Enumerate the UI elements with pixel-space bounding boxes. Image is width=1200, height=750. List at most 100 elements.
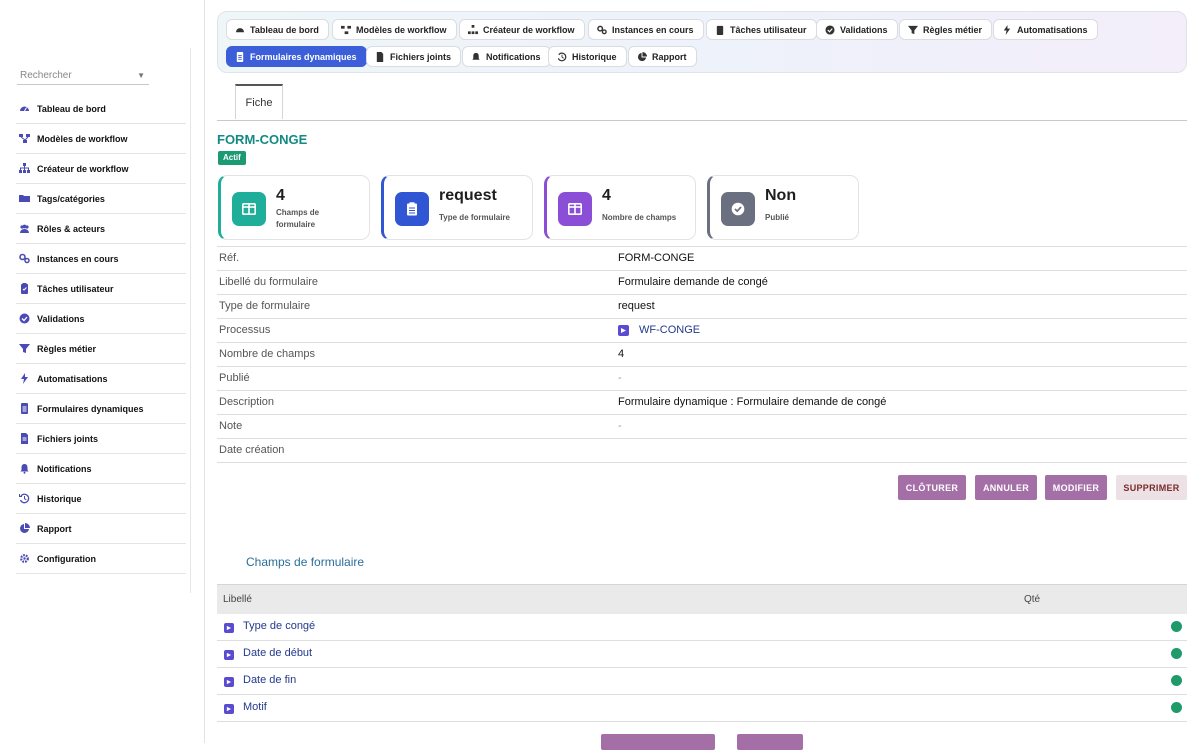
- detail-key: Publié: [219, 372, 250, 384]
- sidebar-item-historique[interactable]: Historique: [16, 484, 186, 514]
- sidebar-item-tableau-de-bord[interactable]: Tableau de bord: [16, 94, 186, 124]
- nav-pill-automatisations[interactable]: Automatisations: [993, 19, 1098, 40]
- sidebar-item-createur-de-workflow[interactable]: Créateur de workflow: [16, 154, 186, 184]
- bottom-action-button-2[interactable]: [737, 734, 803, 750]
- sidebar-item-validations[interactable]: Validations: [16, 304, 186, 334]
- field-label[interactable]: Date de fin: [243, 674, 296, 686]
- table-row[interactable]: Type de congé: [217, 614, 1187, 641]
- sidebar-item-notifications[interactable]: Notifications: [16, 454, 186, 484]
- details-table: Réf. FORM-CONGE Libellé du formulaire Form…: [217, 246, 1187, 463]
- nav-pill-label: Fichiers joints: [390, 51, 452, 62]
- fields-table: Libellé Qté Type de congé Date de début …: [217, 584, 1187, 722]
- sidebar-item-taches-utilisateur[interactable]: Tâches utilisateur: [16, 274, 186, 304]
- column-header-qte[interactable]: Qté: [1024, 594, 1040, 605]
- sitemap-icon: [468, 24, 478, 35]
- stat-label: Champs de formulaire: [276, 208, 320, 229]
- column-header-libelle[interactable]: Libellé: [223, 594, 252, 605]
- detail-row-libelle: Libellé du formulaire Formulaire demande …: [217, 271, 1187, 295]
- detail-key: Nombre de champs: [219, 348, 315, 360]
- bottom-action-button-1[interactable]: [601, 734, 715, 750]
- nav-pill-rapport[interactable]: Rapport: [628, 46, 697, 67]
- status-dot: [1171, 621, 1182, 632]
- field-label[interactable]: Date de début: [243, 647, 312, 659]
- field-label[interactable]: Motif: [243, 701, 267, 713]
- sidebar-item-label: Rapport: [37, 523, 72, 534]
- top-navigation: Tableau de bord Modèles de workflow Créa…: [217, 11, 1187, 73]
- detail-row-ref: Réf. FORM-CONGE: [217, 246, 1187, 271]
- caret-down-icon[interactable]: ▼: [137, 66, 145, 85]
- sitemap-icon: [19, 163, 30, 174]
- sidebar-item-automatisations[interactable]: Automatisations: [16, 364, 186, 394]
- modifier-button[interactable]: MODIFIER: [1045, 475, 1107, 500]
- nav-pill-label: Automatisations: [1017, 24, 1088, 35]
- status-badge: Actif: [218, 151, 246, 165]
- annuler-button[interactable]: ANNULER: [975, 475, 1037, 500]
- detail-value: 4: [618, 348, 625, 360]
- nav-pill-label: Notifications: [486, 51, 541, 62]
- nav-pill-validations[interactable]: Validations: [816, 19, 898, 40]
- workflow-icon: [341, 25, 351, 35]
- nav-pill-notifications[interactable]: Notifications: [462, 46, 551, 67]
- bolt-icon: [19, 373, 30, 384]
- detail-row-publie: Publié -: [217, 367, 1187, 391]
- detail-key: Note: [219, 420, 243, 432]
- sidebar-item-formulaires-dynamiques[interactable]: Formulaires dynamiques: [16, 394, 186, 424]
- sidebar-item-configuration[interactable]: Configuration: [16, 544, 186, 574]
- stat-value: 4: [276, 187, 285, 204]
- history-icon: [19, 493, 30, 504]
- sidebar-item-regles-metier[interactable]: Règles métier: [16, 334, 186, 364]
- nav-pill-historique[interactable]: Historique: [548, 46, 627, 67]
- sidebar-item-label: Rôles & acteurs: [37, 223, 106, 234]
- fields-table-header: Libellé Qté: [217, 584, 1187, 614]
- sidebar-item-rapport[interactable]: Rapport: [16, 514, 186, 544]
- sidebar-item-modeles-de-workflow[interactable]: Modèles de workflow: [16, 124, 186, 154]
- detail-row-date-creation: Date création: [217, 439, 1187, 463]
- nav-pill-formulaires-dynamiques[interactable]: Formulaires dynamiques: [226, 46, 367, 67]
- table-row[interactable]: Date de début: [217, 641, 1187, 668]
- nav-pill-taches-utilisateur[interactable]: Tâches utilisateur: [706, 19, 817, 40]
- stat-card-champs: 4 Champs de formulaire: [218, 175, 370, 240]
- stat-value: Non: [765, 187, 797, 204]
- fields-section-title: Champs de formulaire: [246, 555, 365, 569]
- record-title: FORM-CONGE: [217, 132, 308, 147]
- nav-pill-fichiers-joints[interactable]: Fichiers joints: [366, 46, 462, 67]
- workflow-icon: [19, 133, 30, 144]
- process-link[interactable]: WF-CONGE: [639, 324, 700, 336]
- detail-key: Processus: [219, 324, 271, 336]
- sidebar-item-label: Tableau de bord: [37, 103, 106, 114]
- search-select[interactable]: Rechercher ▼: [17, 66, 149, 85]
- field-icon: [224, 650, 234, 660]
- cloturer-button[interactable]: CLÔTURER: [898, 475, 966, 500]
- table-row[interactable]: Motif: [217, 695, 1187, 722]
- dashboard-icon: [19, 103, 30, 114]
- detail-value: -: [618, 372, 622, 384]
- sidebar-item-roles-acteurs[interactable]: Rôles & acteurs: [16, 214, 186, 244]
- nav-pill-createur-de-workflow[interactable]: Créateur de workflow: [459, 19, 585, 40]
- sidebar-item-instances-en-cours[interactable]: Instances en cours: [16, 244, 186, 274]
- form-icon: [19, 403, 30, 414]
- sidebar-item-fichiers-joints[interactable]: Fichiers joints: [16, 424, 186, 454]
- sidebar-item-tags-categories[interactable]: Tags/catégories: [16, 184, 186, 214]
- stat-label: Publié: [765, 213, 790, 222]
- nav-pill-regles-metier[interactable]: Règles métier: [899, 19, 993, 40]
- detail-row-nombre: Nombre de champs 4: [217, 343, 1187, 367]
- nav-pill-label: Validations: [840, 24, 888, 35]
- sidebar-item-label: Automatisations: [37, 373, 108, 384]
- bell-icon: [471, 52, 481, 62]
- nav-pill-tableau-de-bord[interactable]: Tableau de bord: [226, 19, 329, 40]
- detail-key: Description: [219, 396, 275, 408]
- sidebar-item-label: Tags/catégories: [37, 193, 105, 204]
- stat-card-nombre: 4 Nombre de champs: [544, 175, 696, 240]
- detail-key: Type de formulaire: [219, 300, 311, 312]
- nav-pill-modeles-de-workflow[interactable]: Modèles de workflow: [332, 19, 457, 40]
- stat-card-publie: Non Publié: [707, 175, 859, 240]
- table-row[interactable]: Date de fin: [217, 668, 1187, 695]
- detail-key: Date création: [219, 444, 285, 456]
- sidebar-item-label: Validations: [37, 313, 85, 324]
- nav-pill-label: Créateur de workflow: [483, 24, 575, 35]
- field-label[interactable]: Type de congé: [243, 620, 315, 632]
- nav-pill-instances-en-cours[interactable]: Instances en cours: [588, 19, 704, 40]
- supprimer-button[interactable]: SUPPRIMER: [1116, 475, 1187, 500]
- tab-fiche[interactable]: Fiche: [235, 84, 283, 119]
- detail-value: Formulaire demande de congé: [618, 276, 768, 288]
